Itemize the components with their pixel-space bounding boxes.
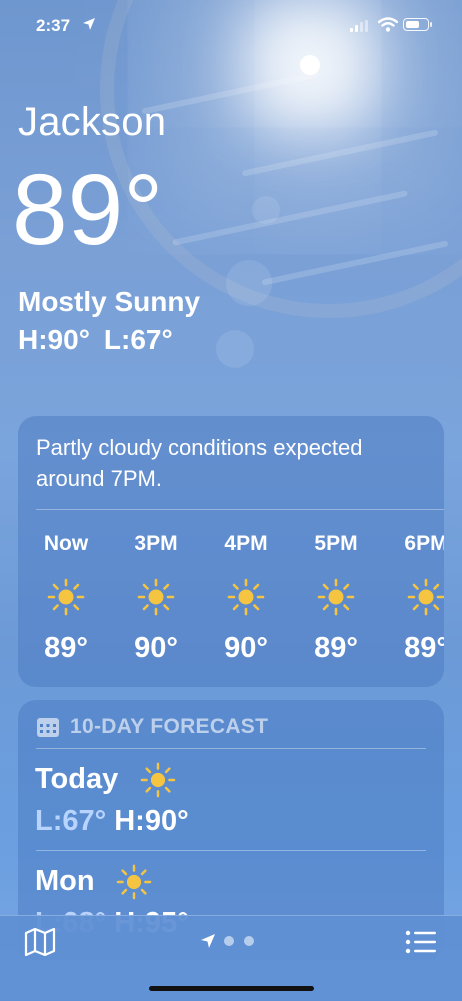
hour-temp: 89° [404, 632, 444, 664]
day-low: L:67° [35, 805, 107, 837]
ten-day-header: 10-DAY FORECAST [36, 714, 268, 740]
day-temps: L:67° H:90° [35, 805, 189, 838]
divider [36, 850, 426, 851]
low-temp: L:67° [103, 324, 173, 355]
page-indicator[interactable] [200, 933, 264, 949]
calendar-icon [37, 718, 59, 737]
hour-temp: 89° [44, 632, 88, 664]
sun-icon [137, 578, 175, 616]
cloud-wisp [241, 129, 439, 177]
lens-flare [252, 196, 280, 224]
cloud-wisp [261, 240, 449, 286]
list-icon[interactable] [405, 930, 437, 954]
hourly-forecast-card[interactable]: Partly cloudy conditions expected around… [18, 416, 444, 687]
day-high: H:90° [114, 805, 189, 837]
hour-item: 4PM 90° [206, 532, 286, 665]
hour-item: Now 89° [26, 532, 106, 665]
day-name: Today [35, 763, 119, 795]
status-time: 2:37 [36, 16, 71, 35]
page-dot [224, 936, 234, 946]
sun-icon [407, 578, 444, 616]
map-icon[interactable] [24, 928, 56, 956]
high-temp: H:90° [18, 324, 90, 355]
sun-icon [140, 762, 176, 798]
lens-flare [226, 260, 272, 306]
hour-label: 6PM [404, 532, 444, 555]
hour-item: 5PM 89° [296, 532, 376, 665]
condition-text: Mostly Sunny [18, 286, 201, 317]
location-arrow-icon [83, 18, 95, 30]
current-temperature: 89° [12, 154, 164, 266]
sun-icon [227, 578, 265, 616]
divider [36, 748, 426, 749]
hour-item: 6PM 89° [386, 532, 444, 665]
hourly-list[interactable]: Now 89° 3PM 90° 4PM 90° 5PM 89° 6PM 89° [18, 532, 444, 682]
sun-icon [47, 578, 85, 616]
day-name: Mon [35, 865, 95, 897]
hour-label: 4PM [224, 532, 268, 555]
city-name: Jackson [18, 100, 167, 144]
cloud-wisp [141, 71, 319, 115]
hour-label: Now [43, 532, 89, 555]
ten-day-title: 10-DAY FORECAST [70, 715, 269, 738]
sun-icon [116, 864, 152, 900]
hour-temp: 89° [314, 632, 358, 664]
cloud-wisp [171, 190, 409, 246]
location-arrow-icon [201, 934, 215, 948]
status-bar: 2:37 [0, 0, 462, 50]
cellular-signal-icon [350, 20, 368, 32]
page-dot [244, 936, 254, 946]
hour-label: 5PM [314, 532, 358, 555]
sun-glow [300, 55, 320, 75]
hour-temp: 90° [134, 632, 178, 664]
high-low-temps: H:90° L:67° [18, 324, 173, 356]
hour-temp: 90° [224, 632, 268, 664]
home-indicator[interactable] [149, 986, 314, 991]
wifi-icon [378, 17, 398, 32]
battery-icon [403, 18, 432, 31]
hour-item: 3PM 90° [116, 532, 196, 665]
forecast-summary: Partly cloudy conditions expected around… [36, 435, 363, 491]
lens-flare [216, 330, 254, 368]
divider [36, 509, 444, 510]
hour-label: 3PM [134, 532, 178, 555]
sun-icon [317, 578, 355, 616]
